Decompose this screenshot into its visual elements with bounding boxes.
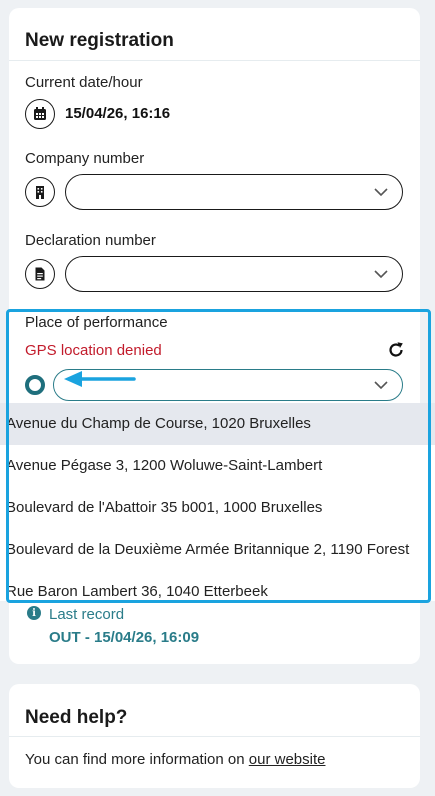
chevron-down-icon xyxy=(374,270,388,279)
last-record-value: OUT - 15/04/26, 16:09 xyxy=(49,629,200,646)
place-radio[interactable] xyxy=(25,375,45,395)
current-date-value: 15/04/26, 16:16 xyxy=(65,105,171,122)
gps-status-text: GPS location denied xyxy=(25,342,162,359)
place-of-performance-label: Place of performance xyxy=(25,314,168,331)
info-icon: i xyxy=(27,606,41,620)
divider xyxy=(9,60,420,61)
place-option[interactable]: Avenue Pégase 3, 1200 Woluwe-Saint-Lambe… xyxy=(0,445,435,487)
company-number-select[interactable] xyxy=(65,174,403,210)
help-card: Need help? You can find more information… xyxy=(9,684,420,788)
chevron-down-icon xyxy=(374,381,388,390)
divider xyxy=(9,736,420,737)
place-option[interactable]: Boulevard de la Deuxième Armée Britanniq… xyxy=(0,529,435,571)
help-title: Need help? xyxy=(25,707,128,728)
place-options-dropdown: Avenue du Champ de Course, 1020 Bruxelle… xyxy=(0,403,435,601)
help-text: You can find more information on our web… xyxy=(25,751,325,768)
declaration-number-label: Declaration number xyxy=(25,232,156,249)
website-link[interactable]: our website xyxy=(249,751,326,768)
help-text-body: You can find more information on xyxy=(25,751,245,768)
company-number-label: Company number xyxy=(25,150,145,167)
annotation-arrow-icon xyxy=(64,371,136,387)
declaration-number-select[interactable] xyxy=(65,256,403,292)
calendar-icon xyxy=(25,99,55,129)
place-option[interactable]: Boulevard de l'Abattoir 35 b001, 1000 Br… xyxy=(0,487,435,529)
document-icon xyxy=(25,259,55,289)
card-title: New registration xyxy=(25,30,174,51)
last-record-label: Last record xyxy=(49,606,125,623)
place-option[interactable]: Rue Baron Lambert 36, 1040 Etterbeek xyxy=(0,571,435,601)
refresh-icon[interactable] xyxy=(387,341,405,359)
building-icon xyxy=(25,177,55,207)
chevron-down-icon xyxy=(374,188,388,197)
place-option[interactable]: Avenue du Champ de Course, 1020 Bruxelle… xyxy=(0,403,435,445)
current-date-label: Current date/hour xyxy=(25,74,143,91)
